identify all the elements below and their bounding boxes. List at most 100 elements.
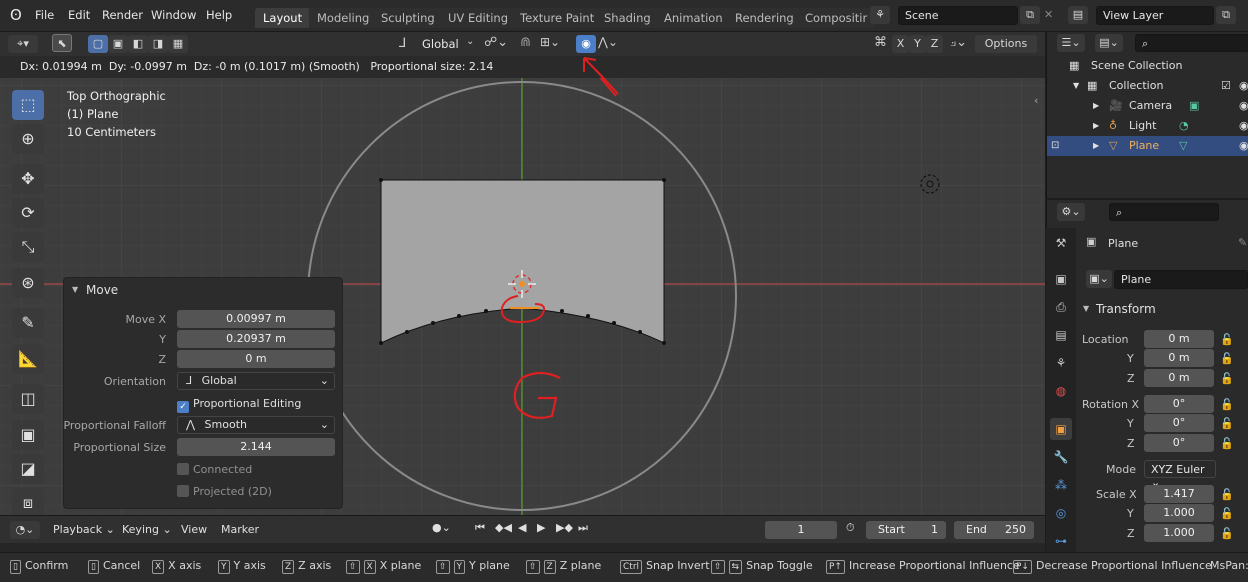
select-tool-icon[interactable]: ⬉ (52, 34, 72, 52)
eye-icon[interactable]: ◉ (1239, 76, 1248, 96)
menu-help[interactable]: Help (206, 8, 232, 22)
tab-rendering[interactable]: Rendering (727, 8, 802, 28)
lock-icon[interactable]: 🔓 (1220, 333, 1234, 346)
play-reverse-icon[interactable]: ◀ (518, 521, 526, 534)
eye-icon[interactable]: ◉ (1239, 116, 1248, 136)
select-mode-subtract-icon[interactable]: ◧ (128, 35, 148, 53)
object-browse-icon[interactable]: ▣⌄ (1086, 270, 1112, 288)
constraints-tab-icon[interactable]: ⊶ (1050, 530, 1072, 552)
location-x-field[interactable]: 0 m (1144, 330, 1214, 348)
scale-y-field[interactable]: 1.000 (1144, 504, 1214, 522)
tab-compositing[interactable]: Compositir (797, 8, 876, 28)
play-icon[interactable]: ▶ (537, 521, 545, 534)
tab-shading[interactable]: Shading (596, 8, 659, 28)
auto-keying-icon[interactable]: ●⌄ (432, 521, 451, 534)
particles-tab-icon[interactable]: ⁂ (1050, 474, 1072, 496)
lock-icon[interactable]: 🔓 (1220, 437, 1234, 450)
tab-sculpting[interactable]: Sculpting (373, 8, 443, 28)
lock-icon[interactable]: 🔓 (1220, 488, 1234, 501)
view-layer-field[interactable]: View Layer (1096, 6, 1214, 25)
tab-uv-editing[interactable]: UV Editing (440, 8, 516, 28)
lock-icon[interactable]: 🔓 (1220, 352, 1234, 365)
tab-animation[interactable]: Animation (656, 8, 731, 28)
sidebar-toggle-icon[interactable]: ‹ (1034, 94, 1038, 107)
move-operator-panel[interactable]: ▼ Move Move X 0.00997 m Y 0.20937 m Z 0 … (63, 277, 343, 509)
lock-icon[interactable]: 🔓 (1220, 372, 1234, 385)
select-box-tool-icon[interactable]: ⬚ (12, 90, 44, 120)
collapse-triangle-icon[interactable]: ▼ (1083, 304, 1089, 313)
cursor-tool-icon[interactable]: ⊕ (12, 124, 44, 154)
start-frame-field[interactable]: Start 1 (866, 521, 946, 539)
modifier-tab-icon[interactable]: 🔧 (1050, 446, 1072, 468)
properties-editor-icon[interactable]: ⚙⌄ (1057, 203, 1085, 221)
menu-edit[interactable]: Edit (68, 8, 90, 22)
remove-scene-icon[interactable]: ✕ (1044, 8, 1053, 21)
location-z-field[interactable]: 0 m (1144, 369, 1214, 387)
bevel-tool-icon[interactable]: ⧈ (12, 488, 44, 518)
object-tab-icon[interactable]: ▣ (1050, 418, 1072, 440)
timeline-scrubber[interactable] (0, 543, 1045, 552)
edit-mode-icon[interactable]: ⊡ (1051, 136, 1059, 156)
pin-icon[interactable]: ✎ (1238, 236, 1247, 249)
proportional-falloff-dropdown[interactable]: ⋀ Smooth ⌄ (177, 416, 335, 434)
scale-tool-icon[interactable]: ⤡ (12, 232, 44, 262)
view-menu[interactable]: View (181, 523, 207, 536)
scale-x-field[interactable]: 1.417 (1144, 485, 1214, 503)
move-x-field[interactable]: 0.00997 m (177, 310, 335, 328)
proportional-size-field[interactable]: 2.144 (177, 438, 335, 456)
tab-texture-paint[interactable]: Texture Paint (512, 8, 603, 28)
move-z-field[interactable]: 0 m (177, 350, 335, 368)
eye-icon[interactable]: ◉ (1239, 136, 1248, 156)
rotate-tool-icon[interactable]: ⟳ (12, 198, 44, 228)
prev-keyframe-icon[interactable]: ◆◀ (495, 521, 512, 534)
select-mode-new-icon[interactable]: ▢ (88, 35, 108, 53)
mirror-icon[interactable]: ⟓⌄ (950, 35, 967, 50)
view-layer-icon[interactable]: ▤ (1068, 6, 1088, 24)
jump-end-icon[interactable]: ⏭ (578, 521, 588, 535)
world-tab-icon[interactable]: ◍ (1050, 380, 1072, 402)
new-scene-icon[interactable]: ⧉ (1020, 6, 1040, 24)
expand-arrow-icon[interactable]: ▶ (1093, 136, 1099, 156)
expand-arrow-icon[interactable]: ▼ (1073, 76, 1079, 96)
playback-menu[interactable]: Playback ⌄ (53, 523, 115, 536)
scene-selector-icon[interactable]: ⚘ (870, 6, 890, 24)
lock-icon[interactable]: 🔓 (1220, 527, 1234, 540)
editor-type-icon[interactable]: ⌖▾ (8, 35, 38, 53)
outliner-display-mode-icon[interactable]: ☰⌄ (1057, 34, 1085, 52)
scale-z-field[interactable]: 1.000 (1144, 524, 1214, 542)
object-name-field[interactable]: Plane (1114, 270, 1248, 289)
jump-start-icon[interactable]: ⏮ (475, 521, 485, 535)
new-view-layer-icon[interactable]: ⧉ (1216, 6, 1236, 24)
marker-menu[interactable]: Marker (221, 523, 259, 536)
proportional-editing-checkbox[interactable]: ✓ Proportional Editing (177, 397, 301, 413)
options-dropdown[interactable]: Options (975, 35, 1037, 53)
transform-tool-icon[interactable]: ⊛ (12, 268, 44, 298)
orientation-dropdown[interactable]: ⅃ Global ⌄ (177, 372, 335, 390)
snap-icon[interactable]: ⋒ (520, 35, 531, 50)
gizmo-icon[interactable]: ⌘ (874, 35, 887, 50)
rotation-y-field[interactable]: 0° (1144, 414, 1214, 432)
menu-render[interactable]: Render (102, 8, 143, 22)
properties-search-input[interactable]: ⌕ (1109, 203, 1219, 221)
outliner-item-camera[interactable]: ▶ 🎥 Camera ▣ ◉ (1047, 96, 1248, 116)
collection-row[interactable]: ▼ ▦ Collection ☑ ◉ (1047, 76, 1248, 96)
rotation-mode-dropdown[interactable]: XYZ Euler ⌄ (1144, 460, 1216, 489)
select-mode-invert-icon[interactable]: ◨ (148, 35, 168, 53)
rotation-z-field[interactable]: 0° (1144, 434, 1214, 452)
axis-z-toggle[interactable]: Z (926, 35, 943, 53)
end-frame-field[interactable]: End 250 (954, 521, 1034, 539)
lock-icon[interactable]: 🔓 (1220, 398, 1234, 411)
blender-logo-icon[interactable]: ʘ (10, 6, 22, 24)
measure-tool-icon[interactable]: 📐 (12, 344, 44, 374)
tab-layout[interactable]: Layout (255, 8, 311, 28)
connected-checkbox[interactable]: Connected (177, 463, 252, 476)
projected-checkbox[interactable]: Projected (2D) (177, 485, 272, 498)
outliner-item-light[interactable]: ▶ ♁ Light ◔ ◉ (1047, 116, 1248, 136)
eye-icon[interactable]: ◉ (1239, 96, 1248, 116)
inset-tool-icon[interactable]: ◪ (12, 454, 44, 484)
move-y-field[interactable]: 0.20937 m (177, 330, 335, 348)
pivot-point-icon[interactable]: ☍⌄ (484, 35, 508, 50)
output-tab-icon[interactable]: ⎙ (1050, 296, 1072, 318)
rotation-x-field[interactable]: 0° (1144, 395, 1214, 413)
preview-range-icon[interactable]: ⏱ (846, 521, 855, 535)
